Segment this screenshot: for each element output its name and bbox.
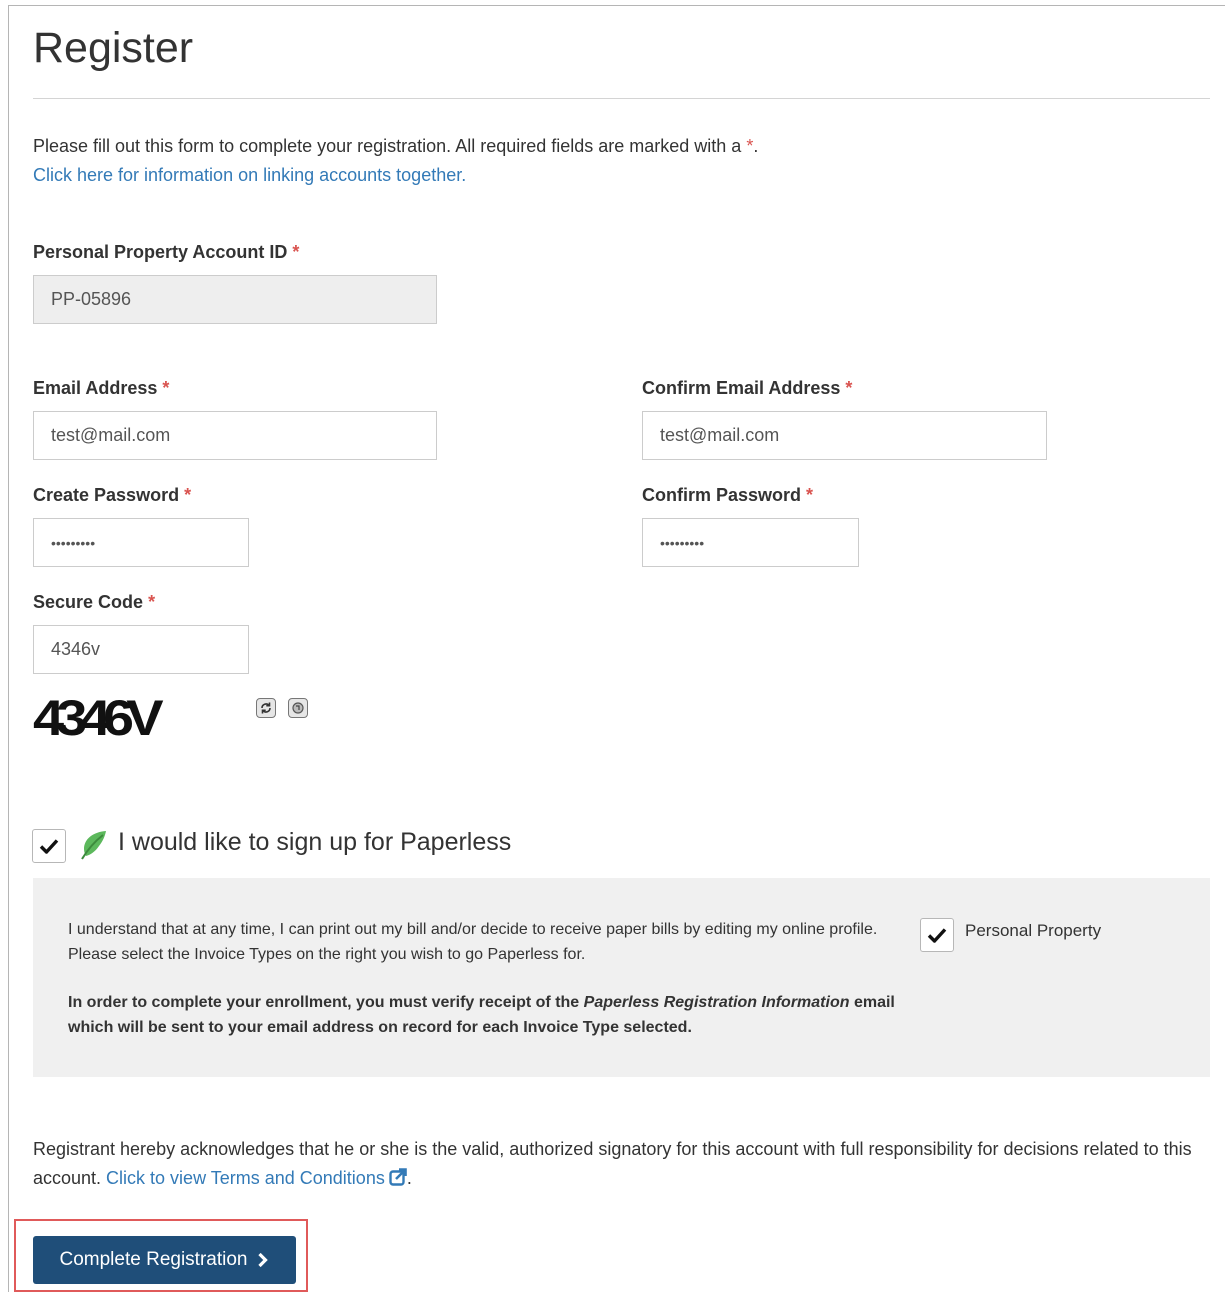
create-password-label: Create Password * bbox=[33, 485, 191, 506]
paperless-info-text: I understand that at any time, I can pri… bbox=[68, 921, 878, 963]
checkmark-icon bbox=[927, 928, 947, 943]
account-id-field[interactable] bbox=[33, 275, 437, 324]
required-asterisk: * bbox=[806, 485, 814, 505]
required-asterisk: * bbox=[148, 592, 156, 612]
checkmark-icon bbox=[39, 839, 59, 854]
confirm-email-label-text: Confirm Email Address bbox=[642, 378, 841, 398]
required-asterisk: * bbox=[845, 378, 853, 398]
paperless-info-panel bbox=[33, 878, 1210, 1077]
confirm-email-field[interactable] bbox=[642, 411, 1047, 460]
complete-registration-button[interactable]: Complete Registration bbox=[33, 1236, 296, 1284]
title-divider bbox=[33, 98, 1210, 99]
paperless-notice: In order to complete your enrollment, yo… bbox=[68, 990, 928, 1040]
secure-code-label-text: Secure Code bbox=[33, 592, 144, 612]
complete-registration-label: Complete Registration bbox=[59, 1249, 248, 1270]
page-title: Register bbox=[33, 24, 194, 72]
captcha-image: 4346V bbox=[33, 690, 164, 746]
frame-left-border bbox=[8, 5, 9, 1292]
intro-end: . bbox=[753, 136, 759, 156]
notice-part1: In order to complete your enrollment, yo… bbox=[68, 994, 584, 1011]
account-id-label: Personal Property Account ID * bbox=[33, 242, 299, 263]
secure-code-field[interactable] bbox=[33, 625, 249, 674]
external-link-icon bbox=[389, 1168, 407, 1186]
create-password-label-text: Create Password bbox=[33, 485, 180, 505]
confirm-email-label: Confirm Email Address * bbox=[642, 378, 852, 399]
required-asterisk: * bbox=[292, 242, 300, 262]
account-id-label-text: Personal Property Account ID bbox=[33, 242, 288, 262]
terms-link[interactable]: Click to view Terms and Conditions bbox=[106, 1168, 407, 1188]
frame-top-border bbox=[8, 5, 1225, 6]
refresh-icon[interactable] bbox=[256, 698, 276, 718]
email-label: Email Address * bbox=[33, 378, 169, 399]
email-field[interactable] bbox=[33, 411, 437, 460]
required-asterisk: * bbox=[162, 378, 170, 398]
notice-emphasis: Paperless Registration Information bbox=[583, 994, 850, 1011]
secure-code-label: Secure Code * bbox=[33, 592, 155, 613]
linking-accounts-link[interactable]: Click here for information on linking ac… bbox=[33, 165, 466, 185]
acknowledgement-text: Registrant hereby acknowledges that he o… bbox=[33, 1135, 1223, 1193]
required-asterisk: * bbox=[184, 485, 192, 505]
email-label-text: Email Address bbox=[33, 378, 158, 398]
create-password-field[interactable] bbox=[33, 518, 249, 567]
terms-link-text: Click to view Terms and Conditions bbox=[106, 1168, 385, 1188]
confirm-password-label: Confirm Password * bbox=[642, 485, 813, 506]
audio-icon[interactable] bbox=[288, 698, 308, 718]
chevron-right-icon bbox=[258, 1252, 269, 1268]
paperless-checkbox[interactable] bbox=[32, 829, 66, 863]
intro-block: Please fill out this form to complete yo… bbox=[33, 132, 1213, 190]
personal-property-checkbox[interactable] bbox=[920, 918, 954, 952]
paperless-label: I would like to sign up for Paperless bbox=[118, 828, 512, 856]
acknowledgement-end: . bbox=[406, 1168, 412, 1188]
intro-text: Please fill out this form to complete yo… bbox=[33, 136, 747, 156]
personal-property-label: Personal Property bbox=[965, 921, 1102, 940]
confirm-password-field[interactable] bbox=[642, 518, 859, 567]
leaf-icon bbox=[79, 829, 109, 866]
confirm-password-label-text: Confirm Password bbox=[642, 485, 802, 505]
